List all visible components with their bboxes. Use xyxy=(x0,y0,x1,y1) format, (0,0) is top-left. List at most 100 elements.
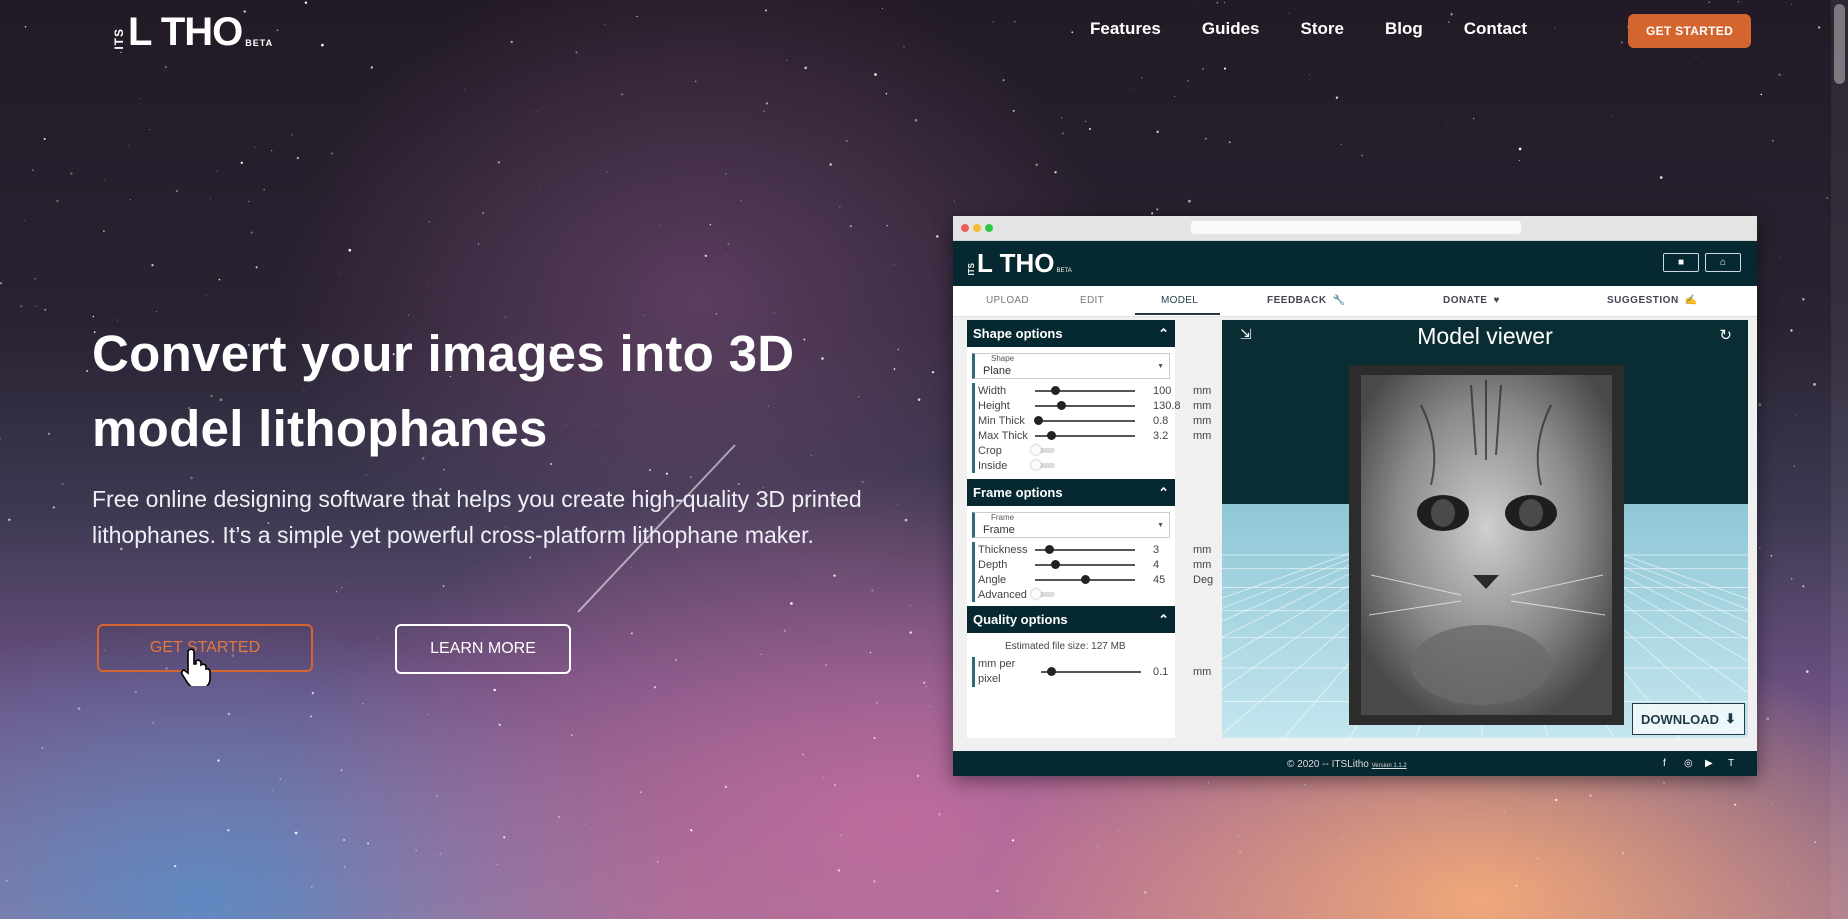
logo-beta: BETA xyxy=(245,38,274,48)
slider-knob xyxy=(1045,544,1054,554)
nav-features[interactable]: Features xyxy=(1090,19,1161,39)
slider-track xyxy=(1034,415,1135,425)
estimated-file-size: Estimated file size: 127 MB xyxy=(1005,641,1126,652)
slider-track xyxy=(1035,400,1135,410)
header-get-started-button[interactable]: GET STARTED xyxy=(1628,14,1751,48)
frame-options-header: Frame options ⌃ xyxy=(967,479,1175,506)
shape-slider-row: Width 100 mm xyxy=(972,383,1211,398)
options-panel: Shape options ⌃ Shape Plane ▼ Width 100 mm H… xyxy=(967,320,1213,738)
slider-unit: Deg xyxy=(1193,573,1214,586)
shape-options-title: Shape options xyxy=(973,326,1063,341)
slider-label: Angle xyxy=(978,573,1007,586)
cat-lithophane-image xyxy=(1361,375,1612,715)
refresh-icon: ↻ xyxy=(1719,327,1732,344)
shape-slider-row: Min Thick 0.8 mm xyxy=(972,413,1211,428)
mm-per-pixel-slider xyxy=(1041,667,1141,676)
slider-unit: mm xyxy=(1193,543,1212,556)
heart-icon: ♥ xyxy=(1493,295,1500,306)
tab-upload: UPLOAD xyxy=(986,295,1029,306)
slider-label: Min Thick xyxy=(978,414,1025,427)
slider-knob xyxy=(1047,667,1056,676)
slider-value: 0.8 xyxy=(1153,414,1169,427)
page-scrollbar[interactable] xyxy=(1831,0,1848,919)
slider-knob xyxy=(1057,400,1066,410)
nav-blog[interactable]: Blog xyxy=(1385,19,1423,39)
slider-knob xyxy=(1081,574,1090,584)
app-save-icon: ■ xyxy=(1663,253,1699,272)
frame-select-label: Frame xyxy=(991,513,1015,522)
caret-down-icon: ▼ xyxy=(1157,522,1164,529)
close-dot-icon xyxy=(961,224,969,232)
slider-label: Height xyxy=(978,399,1010,412)
slider-track xyxy=(1035,385,1135,395)
frame-slider-row: Angle 45 Deg xyxy=(972,572,1213,587)
slider-track xyxy=(1035,559,1135,569)
slider-unit: mm xyxy=(1193,384,1212,397)
download-label: DOWNLOAD xyxy=(1641,711,1720,727)
site-logo[interactable]: ITS L THO BETA xyxy=(112,8,273,54)
slider-unit: mm xyxy=(1193,429,1212,442)
slider-unit: mm xyxy=(1193,399,1212,412)
maximize-dot-icon xyxy=(985,224,993,232)
slider-knob xyxy=(1047,430,1056,440)
chevron-up-icon: ⌃ xyxy=(1158,325,1169,341)
quality-options-title: Quality options xyxy=(973,612,1068,627)
app-logo-its: ITS xyxy=(967,262,976,275)
frame-select: Frame Frame ▼ xyxy=(972,512,1170,538)
url-bar xyxy=(1191,221,1521,234)
browser-toolbar xyxy=(953,216,1757,241)
slider-label: Width xyxy=(978,384,1007,397)
app-tabs: UPLOAD EDIT MODEL FEEDBACK 🔧 DONATE ♥ SUGG… xyxy=(953,286,1757,317)
frame-slider-row: Depth 4 mm xyxy=(972,557,1211,572)
scrollbar-thumb[interactable] xyxy=(1834,4,1845,84)
quality-options-header: Quality options ⌃ xyxy=(967,606,1175,633)
shape-select-label: Shape xyxy=(991,354,1015,363)
caret-down-icon: ▼ xyxy=(1157,363,1164,370)
suggestion-label: SUGGESTION xyxy=(1607,295,1679,306)
slider-unit: mm xyxy=(1193,414,1212,427)
instagram-icon: ◎ xyxy=(1684,758,1693,769)
learn-more-button[interactable]: LEARN MORE xyxy=(395,624,571,674)
slider-knob xyxy=(1034,415,1043,425)
youtube-icon: ▶ xyxy=(1705,758,1713,769)
stamp-icon: ✍ xyxy=(1684,295,1698,306)
shape-select-value: Plane xyxy=(983,365,1012,377)
slider-knob xyxy=(1051,559,1060,569)
mm-per-label: mm per xyxy=(978,658,1016,670)
donate-label: DONATE xyxy=(1443,295,1488,306)
app-footer: © 2020 -- ITSLitho Version 1.1.2 f ◎ ▶ T xyxy=(953,751,1757,776)
inside-label: Inside xyxy=(978,459,1008,472)
slider-label: Depth xyxy=(978,558,1008,571)
slider-value: 45 xyxy=(1153,573,1166,586)
chevron-up-icon: ⌃ xyxy=(1158,611,1169,627)
tab-feedback: FEEDBACK 🔧 xyxy=(1267,295,1346,306)
version-text: Version 1.1.2 xyxy=(1371,763,1407,769)
hero-subtitle: Free online designing software that help… xyxy=(92,486,862,548)
crop-label: Crop xyxy=(978,444,1002,457)
advanced-toggle-row: Advanced xyxy=(972,587,1175,602)
mm-per-pixel-row: mm per pixel 0.1 mm xyxy=(972,657,1211,687)
shape-slider-row: Height 130.8 mm xyxy=(972,398,1211,413)
slider-label: Max Thick xyxy=(978,429,1028,442)
nav-guides[interactable]: Guides xyxy=(1202,19,1260,39)
tab-donate: DONATE ♥ xyxy=(1443,295,1500,306)
chevron-up-icon: ⌃ xyxy=(1158,484,1169,500)
frame-options-title: Frame options xyxy=(973,485,1063,500)
nav-contact[interactable]: Contact xyxy=(1464,19,1527,39)
shape-slider-row: Max Thick 3.2 mm xyxy=(972,428,1211,443)
inside-toggle xyxy=(1031,460,1055,470)
slider-knob xyxy=(1051,385,1060,395)
mm-per-pixel-label: mm per pixel xyxy=(975,657,1033,687)
copyright-text: © 2020 -- ITSLitho xyxy=(1287,759,1369,770)
main-nav: Features Guides Store Blog Contact xyxy=(1090,19,1568,39)
minimize-dot-icon xyxy=(973,224,981,232)
slider-track xyxy=(1035,544,1135,554)
advanced-toggle xyxy=(1031,589,1055,599)
tab-model: MODEL xyxy=(1161,295,1199,306)
slider-unit: mm xyxy=(1193,558,1212,571)
mm-per-pixel-value: 0.1 xyxy=(1153,666,1169,678)
nav-store[interactable]: Store xyxy=(1301,19,1344,39)
slider-track xyxy=(1035,574,1135,584)
app-logo-beta: BETA xyxy=(1056,268,1072,274)
app-header: ITS L THO BETA ■ ⌂ xyxy=(953,241,1757,286)
